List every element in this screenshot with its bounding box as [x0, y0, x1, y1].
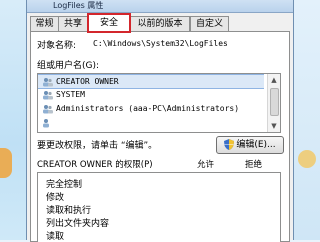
permission-read-execute: 读取和执行 [46, 206, 92, 216]
tab-strip: 常规 共享 安全 以前的版本 自定义 [27, 13, 293, 33]
decorative-shape [0, 148, 12, 178]
user-name: CREATOR OWNER [56, 77, 119, 86]
edit-button[interactable]: 编辑(E)... [216, 136, 284, 154]
edit-button-label: 编辑(E)... [236, 140, 276, 150]
permission-list-folder: 列出文件夹内容 [46, 219, 110, 229]
scroll-up-icon[interactable]: ▲ [268, 74, 280, 86]
permission-full-control: 完全控制 [46, 180, 83, 190]
list-item[interactable] [38, 116, 264, 129]
decorative-spot [298, 150, 316, 168]
window-title: LogFiles 属性 [53, 1, 104, 10]
user-name: Administrators (aaa-PC\Administrators) [56, 104, 240, 113]
list-item[interactable]: CREATOR OWNER [38, 74, 264, 89]
tab-previous-versions[interactable]: 以前的版本 [130, 16, 190, 31]
desktop-background-right [290, 0, 320, 240]
title-bar[interactable]: LogFiles 属性 [27, 0, 293, 13]
user-list-scrollbar[interactable]: ▲ ▼ [267, 74, 280, 132]
list-item[interactable]: SYSTEM [38, 88, 264, 101]
properties-dialog: LogFiles 属性 常规 共享 安全 以前的版本 自定义 对象名称: C:\… [26, 0, 294, 242]
uac-shield-icon [224, 139, 235, 150]
group-users-label: 组或用户名(G): [37, 61, 100, 71]
permissions-list: 完全控制 修改 读取和执行 列出文件夹内容 读取 [37, 172, 281, 242]
object-name-value: C:\Windows\System32\LogFiles [93, 39, 228, 48]
allow-column-header: 允许 [197, 160, 215, 170]
permissions-title: CREATOR OWNER 的权限(P) [37, 160, 153, 170]
tab-general[interactable]: 常规 [30, 16, 59, 31]
permission-read: 读取 [46, 232, 65, 242]
deny-column-header: 拒绝 [245, 160, 263, 170]
user-name: SYSTEM [56, 90, 85, 99]
change-permissions-hint: 要更改权限，请单击 “编辑”。 [37, 141, 158, 151]
security-panel: 对象名称: C:\Windows\System32\LogFiles 组或用户名… [30, 31, 290, 242]
users-group-icon [43, 77, 53, 86]
tab-security[interactable]: 安全 [87, 13, 131, 33]
scroll-down-icon[interactable]: ▼ [268, 120, 280, 132]
users-group-icon [43, 90, 53, 99]
tab-sharing[interactable]: 共享 [58, 16, 88, 31]
users-group-icon [43, 118, 49, 127]
users-group-icon [43, 104, 53, 113]
permission-modify: 修改 [46, 193, 65, 203]
scroll-thumb[interactable] [270, 88, 279, 116]
tab-customize[interactable]: 自定义 [190, 16, 229, 31]
list-item[interactable]: Administrators (aaa-PC\Administrators) [38, 102, 264, 115]
user-list[interactable]: CREATOR OWNER SYSTEM Administrators (aaa… [37, 73, 281, 133]
object-name-label: 对象名称: [37, 41, 77, 51]
